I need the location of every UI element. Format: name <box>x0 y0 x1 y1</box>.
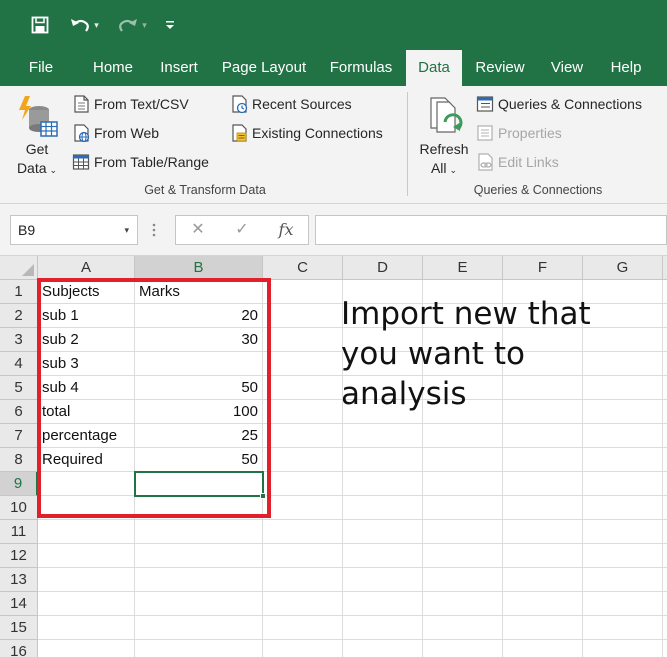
row-header-13[interactable]: 13 <box>0 568 38 592</box>
existing-connections-label: Existing Connections <box>252 125 383 141</box>
chevron-down-icon[interactable]: ▾ <box>124 216 129 244</box>
customize-icon <box>165 19 175 31</box>
row-header-4[interactable]: 4 <box>0 352 38 376</box>
get-data-label-line2: Data <box>17 160 47 176</box>
edit-links-label: Edit Links <box>498 154 559 170</box>
save-button[interactable] <box>26 12 54 38</box>
chevron-down-icon: ⌄ <box>450 165 458 175</box>
insert-function-icon[interactable]: fx <box>268 216 304 244</box>
formula-bar: B9 ▾ ✕ ✓ fx <box>0 204 667 256</box>
undo-icon <box>69 16 91 34</box>
column-header-overflow[interactable] <box>663 256 667 280</box>
queries-connections-group-label: Queries & Connections <box>458 183 618 197</box>
redo-dropdown-icon[interactable]: ▾ <box>142 20 147 31</box>
column-header-d[interactable]: D <box>343 256 423 280</box>
name-box-value: B9 <box>18 222 35 238</box>
row-header-6[interactable]: 6 <box>0 400 38 424</box>
tab-review[interactable]: Review <box>470 50 530 86</box>
formula-buttons: ✕ ✓ fx <box>175 215 309 245</box>
row-header-11[interactable]: 11 <box>0 520 38 544</box>
ribbon-data: Get Data⌄ From Text/CSV From Web From Ta… <box>0 86 667 204</box>
get-data-button[interactable]: Get Data⌄ <box>12 94 62 178</box>
column-header-g[interactable]: G <box>583 256 663 280</box>
table-icon <box>72 153 90 171</box>
from-text-csv-button[interactable]: From Text/CSV <box>72 95 189 113</box>
from-table-range-button[interactable]: From Table/Range <box>72 153 209 171</box>
formula-input[interactable] <box>315 215 667 245</box>
more-options-icon[interactable] <box>152 222 156 238</box>
row-header-3[interactable]: 3 <box>0 328 38 352</box>
properties-icon <box>476 124 494 142</box>
ribbon-tabs: File Home Insert Page Layout Formulas Da… <box>0 50 667 86</box>
from-table-range-label: From Table/Range <box>94 154 209 170</box>
undo-button[interactable]: ▾ <box>62 12 106 38</box>
refresh-icon <box>423 94 465 140</box>
customize-quick-access-button[interactable] <box>160 12 180 38</box>
row-header-2[interactable]: 2 <box>0 304 38 328</box>
column-header-c[interactable]: C <box>263 256 343 280</box>
undo-dropdown-icon[interactable]: ▾ <box>94 20 99 31</box>
refresh-all-button[interactable]: Refresh All⌄ <box>416 94 472 178</box>
row-header-12[interactable]: 12 <box>0 544 38 568</box>
row-header-8[interactable]: 8 <box>0 448 38 472</box>
enter-icon[interactable]: ✓ <box>224 216 260 244</box>
get-transform-group-label: Get & Transform Data <box>120 183 290 197</box>
existing-connections-icon <box>230 124 248 142</box>
annotation-text: Import new that you want to analysis <box>341 294 641 414</box>
group-separator <box>407 92 408 196</box>
row-header-7[interactable]: 7 <box>0 424 38 448</box>
cancel-icon[interactable]: ✕ <box>180 216 216 244</box>
recent-sources-label: Recent Sources <box>252 96 352 112</box>
queries-connections-label: Queries & Connections <box>498 96 642 112</box>
recent-sources-button[interactable]: Recent Sources <box>230 95 352 113</box>
row-header-1[interactable]: 1 <box>0 280 38 304</box>
database-icon <box>15 94 59 140</box>
chevron-down-icon: ⌄ <box>50 165 58 175</box>
tab-insert[interactable]: Insert <box>152 50 206 86</box>
properties-button[interactable]: Properties <box>476 124 562 142</box>
from-web-button[interactable]: From Web <box>72 124 159 142</box>
tab-page-layout[interactable]: Page Layout <box>216 50 312 86</box>
column-header-f[interactable]: F <box>503 256 583 280</box>
redo-button[interactable]: ▾ <box>110 12 154 38</box>
tab-data[interactable]: Data <box>406 50 462 86</box>
row-header-5[interactable]: 5 <box>0 376 38 400</box>
queries-connections-button[interactable]: Queries & Connections <box>476 95 642 113</box>
column-header-e[interactable]: E <box>423 256 503 280</box>
save-icon <box>31 16 49 34</box>
tab-formulas[interactable]: Formulas <box>322 50 400 86</box>
from-web-label: From Web <box>94 125 159 141</box>
row-header-14[interactable]: 14 <box>0 592 38 616</box>
row-header-16[interactable]: 16 <box>0 640 38 657</box>
refresh-label-line2: All <box>431 160 447 176</box>
name-box[interactable]: B9 ▾ <box>10 215 138 245</box>
get-data-label-line1: Get <box>12 140 62 159</box>
properties-label: Properties <box>498 125 562 141</box>
from-text-csv-label: From Text/CSV <box>94 96 189 112</box>
text-file-icon <box>72 95 90 113</box>
existing-connections-button[interactable]: Existing Connections <box>230 124 383 142</box>
tab-home[interactable]: Home <box>84 50 142 86</box>
title-bar: ▾ ▾ <box>0 0 667 50</box>
highlight-box <box>37 278 271 518</box>
column-header-a[interactable]: A <box>38 256 135 280</box>
select-all-button[interactable] <box>0 256 38 280</box>
worksheet-grid: A B C D E F G 1 2 3 4 5 6 7 8 9 10 11 12… <box>0 256 667 657</box>
recent-sources-icon <box>230 95 248 113</box>
row-header-10[interactable]: 10 <box>0 496 38 520</box>
row-header-15[interactable]: 15 <box>0 616 38 640</box>
tab-view[interactable]: View <box>542 50 592 86</box>
edit-links-icon <box>476 153 494 171</box>
tab-help[interactable]: Help <box>602 50 650 86</box>
row-header-9[interactable]: 9 <box>0 472 38 496</box>
queries-connections-icon <box>476 95 494 113</box>
tab-file[interactable]: File <box>18 50 64 86</box>
column-header-b[interactable]: B <box>135 256 263 280</box>
edit-links-button[interactable]: Edit Links <box>476 153 559 171</box>
redo-icon <box>117 16 139 34</box>
web-icon <box>72 124 90 142</box>
refresh-label-line1: Refresh <box>416 140 472 159</box>
